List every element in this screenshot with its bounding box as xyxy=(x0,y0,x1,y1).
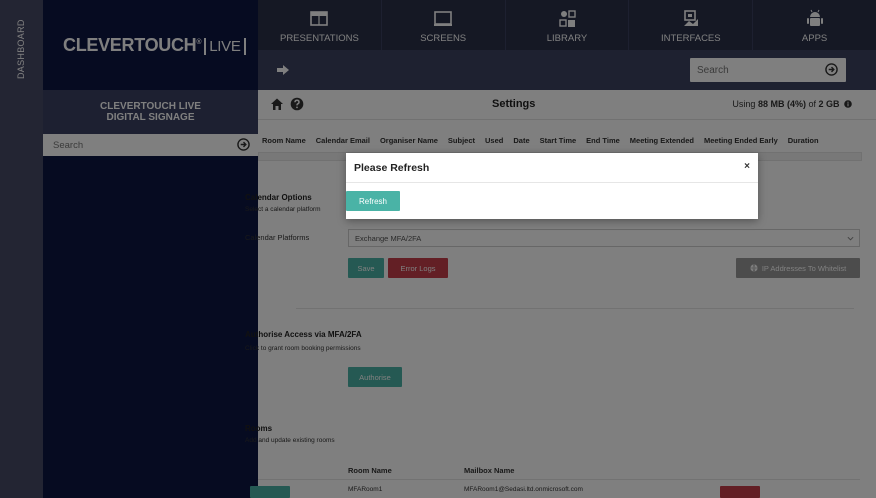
modal-backdrop[interactable] xyxy=(0,0,876,498)
close-icon[interactable]: × xyxy=(744,161,750,172)
refresh-modal: Please Refresh × Refresh xyxy=(346,153,758,219)
refresh-button[interactable]: Refresh xyxy=(346,191,400,211)
modal-divider xyxy=(346,182,758,183)
modal-title: Please Refresh xyxy=(354,162,430,174)
app-page: DASHBOARD CLEVERTOUCH®LIVE PRESENTATIONS… xyxy=(0,0,876,498)
